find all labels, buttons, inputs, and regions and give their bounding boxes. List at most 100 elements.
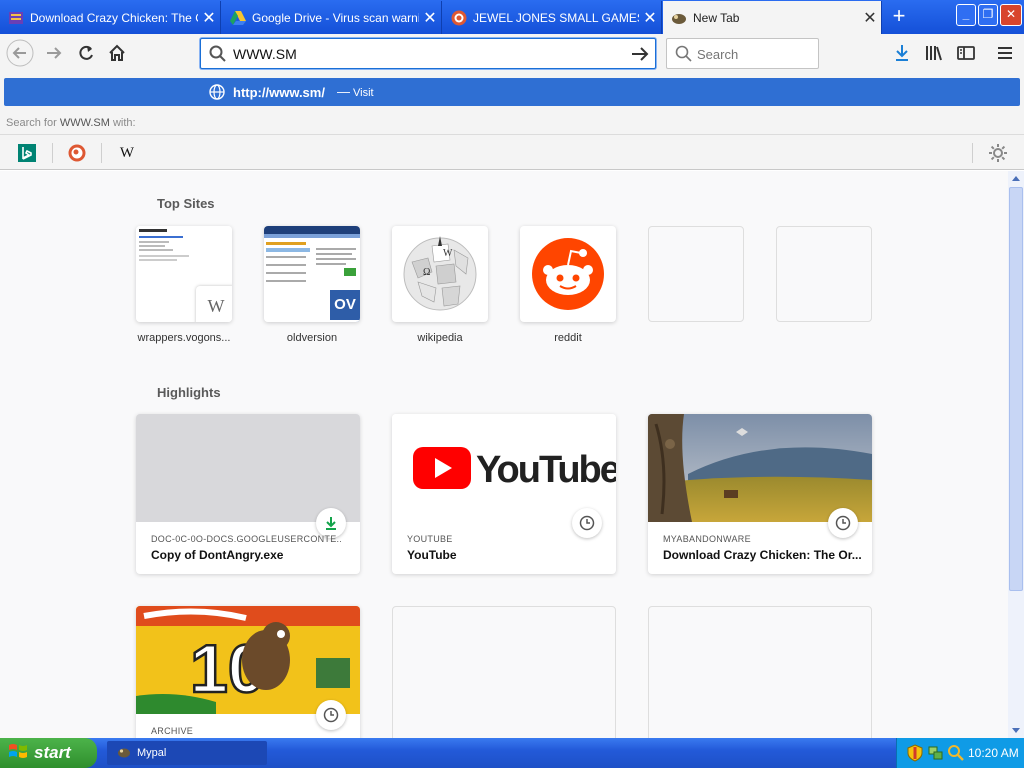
clock-time: 10:20 AM [968, 746, 1019, 760]
tab-close-icon[interactable]: ✕ [419, 8, 441, 28]
home-button[interactable] [103, 39, 131, 67]
youtube-wordmark: YouTube [476, 449, 616, 491]
search-magnifier-icon[interactable] [947, 744, 965, 767]
mypal-icon [671, 10, 687, 26]
svg-text:Ω: Ω [423, 267, 430, 278]
new-tab-plus-icon[interactable]: + [886, 5, 912, 29]
tab-close-icon[interactable]: ✕ [859, 8, 881, 28]
taskbar-item-mypal[interactable]: Mypal [107, 741, 267, 765]
url-input[interactable] [233, 44, 623, 64]
highlight-image [136, 414, 360, 522]
url-bar[interactable] [200, 38, 656, 69]
myabandonware-icon [8, 10, 24, 26]
tab-title: Google Drive - Virus scan warning [252, 10, 419, 25]
scroll-down-arrow-icon[interactable] [1008, 722, 1024, 738]
globe-icon [209, 84, 225, 105]
maximize-window-button[interactable]: ❐ [978, 4, 998, 26]
search-for-term: WWW.SM [59, 117, 110, 129]
highlight-title: Copy of DontAngry.exe [151, 548, 284, 562]
back-button[interactable] [6, 39, 34, 67]
autocomplete-suggestion[interactable]: http://www.sm/ — Visit [4, 78, 1020, 106]
top-site-tile[interactable]: W wrappers.vogons... [136, 226, 232, 344]
forward-button[interactable] [40, 39, 68, 67]
search-for-label: Search for WWW.SM with: [6, 117, 136, 129]
library-button[interactable] [920, 39, 948, 67]
top-site-tile[interactable]: OV oldversion [264, 226, 360, 344]
go-arrow-icon[interactable] [629, 43, 651, 65]
gear-icon[interactable] [986, 141, 1010, 170]
top-sites-heading: Top Sites [157, 196, 215, 211]
highlight-empty-slot [392, 606, 616, 738]
tab-strip: Download Crazy Chicken: The Or ✕ Google … [0, 0, 1024, 34]
top-site-tile[interactable]: Ω W wikipedia [392, 226, 488, 344]
menu-button[interactable] [991, 39, 1019, 67]
duckduckgo-icon[interactable] [66, 142, 88, 164]
tab-close-icon[interactable]: ✕ [639, 8, 661, 28]
windows-flag-icon [8, 742, 28, 765]
search-for-prefix: Search for [6, 117, 57, 129]
top-site-placeholder [776, 226, 872, 322]
highlight-card[interactable]: MYABANDONWARE Download Crazy Chicken: Th… [648, 414, 872, 574]
suggestion-action: Visit [353, 87, 374, 99]
sidebar-icon [957, 46, 975, 60]
highlight-card[interactable]: YouTube YOUTUBE YouTube [392, 414, 616, 574]
tab-title: JEWEL JONES SMALL GAMES.WS [473, 10, 639, 25]
tab-jewel-jones[interactable]: JEWEL JONES SMALL GAMES.WS ✕ [443, 1, 662, 34]
start-label: start [34, 743, 71, 762]
hamburger-menu-icon [998, 47, 1012, 59]
network-icon[interactable] [927, 744, 943, 767]
reload-button[interactable] [72, 39, 100, 67]
top-site-empty-slot[interactable] [648, 226, 744, 322]
top-site-tile[interactable]: reddit [520, 226, 616, 344]
engine-divider [972, 143, 973, 163]
tab-google-drive[interactable]: Google Drive - Virus scan warning ✕ [222, 1, 442, 34]
reload-icon [79, 45, 93, 60]
security-shield-icon[interactable] [907, 744, 923, 767]
highlight-source: DOC-0C-0O-DOCS.GOOGLEUSERCONTE... [151, 534, 341, 544]
tab-download-crazy-chicken[interactable]: Download Crazy Chicken: The Or ✕ [0, 1, 221, 34]
highlight-source: YOUTUBE [407, 534, 453, 544]
tab-close-icon[interactable]: ✕ [198, 8, 220, 28]
top-site-empty-slot[interactable] [776, 226, 872, 322]
top-site-thumbnail: W [136, 226, 232, 322]
top-site-thumbnail [520, 226, 616, 322]
duckduckgo-icon [451, 10, 467, 26]
search-icon [209, 45, 227, 68]
page-scrollbar[interactable] [1008, 171, 1024, 738]
top-site-label: wikipedia [417, 332, 463, 344]
bing-icon[interactable] [16, 142, 38, 164]
highlight-card[interactable]: 10 ARCHIVE [136, 606, 360, 738]
scrollbar-thumb[interactable] [1009, 187, 1023, 591]
highlight-title: YouTube [407, 548, 457, 562]
engine-divider [101, 143, 102, 163]
search-icon [675, 45, 693, 68]
sidebar-toggle-button[interactable] [952, 39, 980, 67]
search-input[interactable] [697, 45, 812, 63]
close-window-button[interactable]: ✕ [1000, 4, 1022, 26]
highlights-heading: Highlights [157, 385, 221, 400]
taskbar-item-label: Mypal [137, 747, 167, 759]
navigation-toolbar [0, 34, 1024, 74]
scroll-up-arrow-icon[interactable] [1008, 171, 1024, 187]
tab-title: Download Crazy Chicken: The Or [30, 10, 198, 25]
wikipedia-globe-icon: Ω W [403, 236, 477, 311]
downloads-button[interactable] [888, 39, 916, 67]
top-site-label: oldversion [286, 332, 338, 344]
library-icon [926, 46, 942, 61]
top-site-label: reddit [554, 332, 582, 344]
engine-divider [52, 143, 53, 163]
tab-new-tab[interactable]: New Tab ✕ [663, 1, 882, 34]
search-bar[interactable] [666, 38, 819, 69]
tab-title: New Tab [693, 10, 740, 25]
wikipedia-icon[interactable]: W [116, 142, 138, 164]
top-site-label: wrappers.vogons... [137, 332, 231, 344]
search-for-suffix: with: [112, 117, 136, 129]
start-button[interactable]: start [0, 738, 97, 768]
highlight-card[interactable]: DOC-0C-0O-DOCS.GOOGLEUSERCONTE... Copy o… [136, 414, 360, 574]
google-drive-icon [230, 10, 246, 26]
minimize-window-button[interactable]: _ [956, 4, 976, 26]
home-icon [109, 44, 125, 61]
reddit-icon [532, 238, 604, 310]
back-arrow-icon [6, 39, 34, 67]
oldversion-ov-badge: OV [328, 288, 360, 322]
